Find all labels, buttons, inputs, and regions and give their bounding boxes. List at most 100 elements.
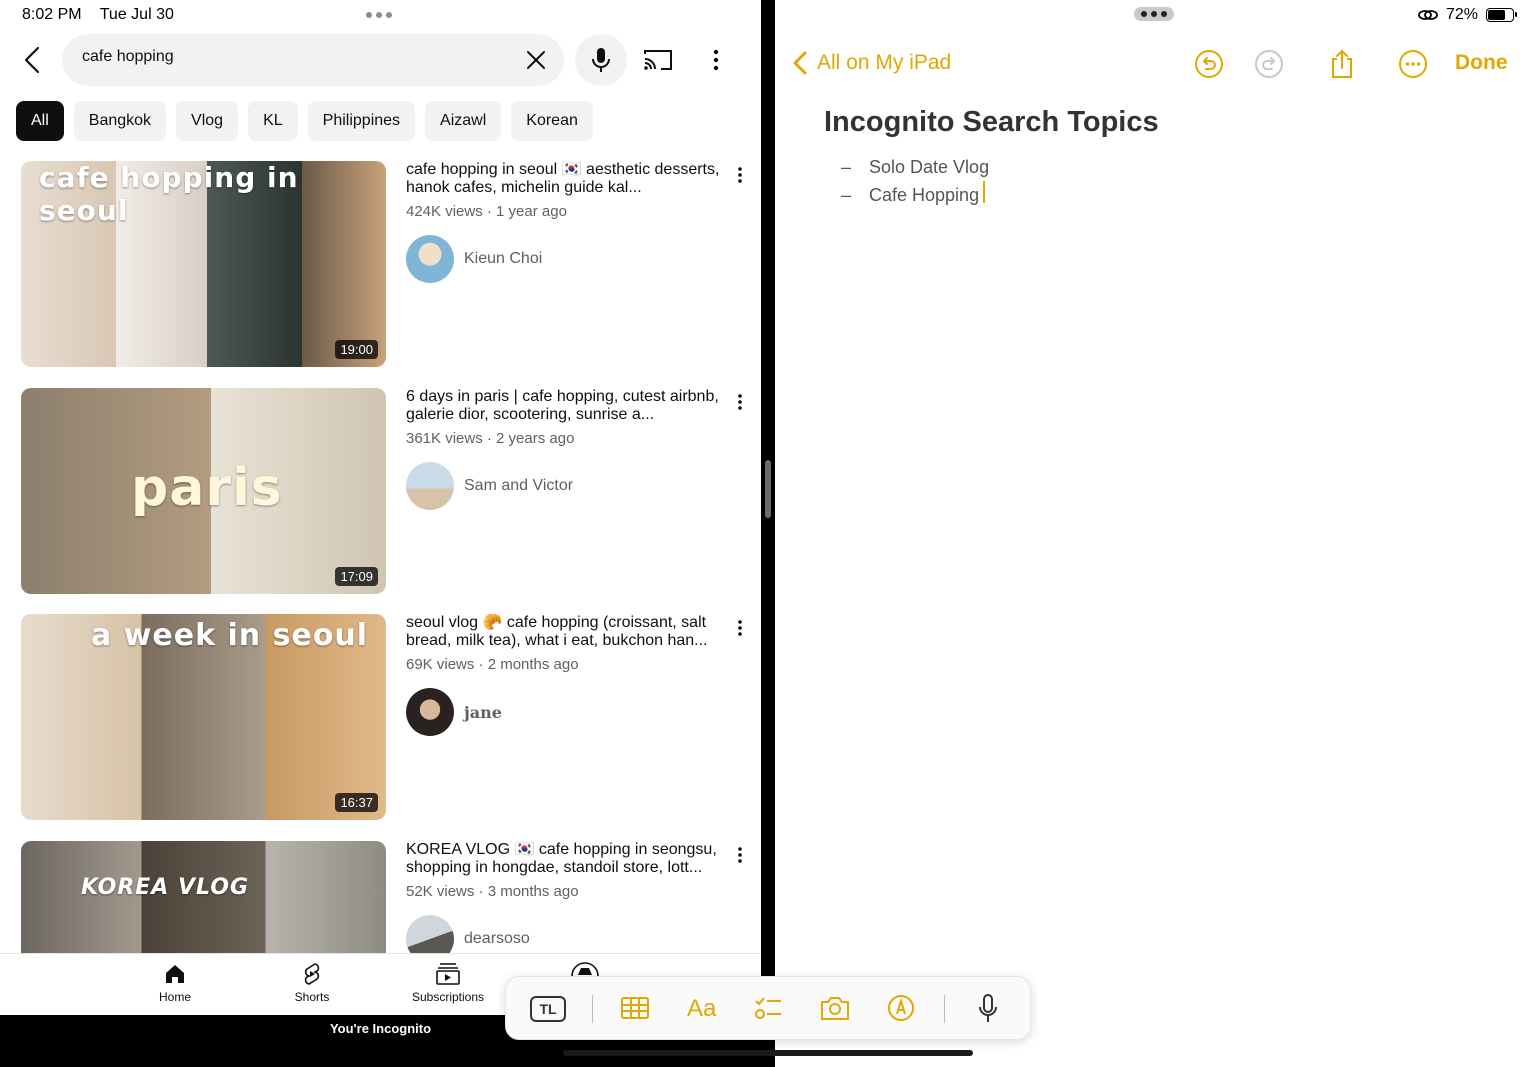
markup-pen-icon[interactable] (886, 993, 916, 1023)
text-style-button[interactable]: TL (530, 996, 566, 1022)
split-view-divider[interactable] (761, 0, 775, 1067)
table-icon[interactable] (620, 993, 650, 1023)
chip-all[interactable]: All (16, 101, 64, 141)
video-result[interactable]: a week in seoul 16:37 seoul vlog 🥐 cafe … (0, 614, 761, 820)
nav-subscriptions-label: Subscriptions (411, 990, 485, 1004)
chevron-left-icon (793, 51, 807, 75)
thumbnail-overlay-text: cafe hopping in seoul (39, 161, 299, 227)
channel-link[interactable]: jane (406, 688, 502, 736)
video-info: seoul vlog 🥐 cafe hopping (croissant, sa… (406, 614, 726, 673)
clear-search-icon[interactable] (524, 48, 548, 72)
video-thumbnail[interactable]: paris 17:09 (21, 388, 386, 594)
video-more-icon[interactable] (730, 845, 750, 865)
channel-avatar[interactable] (406, 235, 454, 283)
chip-philippines[interactable]: Philippines (307, 101, 416, 141)
home-indicator[interactable] (563, 1050, 973, 1056)
chip-aizawl[interactable]: Aizawl (425, 101, 502, 141)
nav-home[interactable]: Home (125, 962, 225, 1004)
channel-link[interactable]: dearsoso (406, 915, 530, 953)
video-thumbnail[interactable]: a week in seoul 16:37 (21, 614, 386, 820)
channel-avatar[interactable] (406, 915, 454, 953)
nav-shorts[interactable]: Shorts (262, 962, 362, 1004)
list-item-text: Cafe Hopping (869, 185, 980, 205)
home-icon (166, 965, 184, 983)
video-result[interactable]: paris 17:09 6 days in paris | cafe hoppi… (0, 388, 761, 594)
multitasking-dots[interactable] (1134, 7, 1174, 21)
video-title[interactable]: seoul vlog 🥐 cafe hopping (croissant, sa… (406, 614, 726, 650)
note-title[interactable]: Incognito Search Topics (824, 106, 1159, 139)
search-results: cafe hopping in seoul 19:00 cafe hopping… (0, 161, 761, 953)
channel-name[interactable]: jane (464, 703, 502, 722)
dictation-mic-icon[interactable] (976, 993, 1000, 1025)
video-meta: 69K views · 2 months ago (406, 656, 579, 673)
list-item-text: Solo Date Vlog (869, 157, 990, 177)
nav-subscriptions[interactable]: Subscriptions (398, 962, 498, 1004)
video-result[interactable]: cafe hopping in seoul 19:00 cafe hopping… (0, 161, 761, 367)
cast-icon[interactable] (643, 48, 673, 72)
video-info: KOREA VLOG 🇰🇷 cafe hopping in seongsu, s… (406, 841, 726, 900)
video-meta: 361K views · 2 years ago (406, 430, 575, 447)
video-more-icon[interactable] (730, 392, 750, 412)
video-meta: 424K views · 1 year ago (406, 203, 567, 220)
filter-chips: All Bangkok Vlog KL Philippines Aizawl K… (16, 101, 593, 141)
chip-vlog[interactable]: Vlog (176, 101, 239, 141)
video-duration: 17:09 (335, 567, 378, 586)
video-title[interactable]: KOREA VLOG 🇰🇷 cafe hopping in seongsu, s… (406, 841, 726, 877)
video-info: 6 days in paris | cafe hopping, cutest a… (406, 388, 726, 447)
channel-avatar[interactable] (406, 462, 454, 510)
video-thumbnail[interactable]: KOREA VLOG (21, 841, 386, 953)
voice-search-button[interactable] (575, 34, 627, 86)
text-cursor (983, 181, 986, 203)
status-bar-left: 8:02 PM Tue Jul 30 (22, 6, 188, 24)
video-info: cafe hopping in seoul 🇰🇷 aesthetic desse… (406, 161, 726, 220)
video-duration: 16:37 (335, 793, 378, 812)
undo-icon[interactable] (1193, 48, 1225, 80)
chip-bangkok[interactable]: Bangkok (73, 101, 167, 141)
search-bar[interactable] (62, 34, 564, 86)
channel-name[interactable]: dearsoso (464, 930, 530, 948)
status-time: 8:02 PM (22, 6, 82, 23)
redo-icon[interactable] (1253, 48, 1285, 80)
channel-link[interactable]: Sam and Victor (406, 462, 573, 510)
notes-toolbar: All on My iPad Done (775, 44, 1536, 84)
video-thumbnail[interactable]: cafe hopping in seoul 19:00 (21, 161, 386, 367)
format-text-button[interactable]: Aa (687, 995, 716, 1023)
channel-name[interactable]: Sam and Victor (464, 477, 573, 495)
more-ellipsis-icon[interactable] (1397, 48, 1429, 80)
thumbnail-overlay-text: paris (131, 458, 283, 518)
list-item[interactable]: – Solo Date Vlog (841, 153, 989, 181)
status-date: Tue Jul 30 (99, 6, 174, 23)
channel-name[interactable]: Kieun Choi (464, 250, 542, 268)
video-title[interactable]: cafe hopping in seoul 🇰🇷 aesthetic desse… (406, 161, 726, 197)
notes-pane: 72% All on My iPad Done Incognito Search… (775, 0, 1536, 1067)
thumbnail-overlay-text: a week in seoul (91, 618, 369, 653)
channel-avatar[interactable] (406, 688, 454, 736)
back-label: All on My iPad (817, 51, 952, 74)
checklist-icon[interactable] (753, 993, 783, 1023)
chip-kl[interactable]: KL (248, 101, 298, 141)
search-input[interactable] (82, 48, 502, 66)
link-icon (1418, 10, 1438, 20)
status-bar-right: 72% (1418, 6, 1517, 24)
split-view-handle[interactable] (765, 460, 771, 518)
list-item[interactable]: – Cafe Hopping (841, 181, 989, 209)
back-to-folder-button[interactable]: All on My iPad (791, 50, 951, 76)
video-meta: 52K views · 3 months ago (406, 883, 579, 900)
more-options-icon[interactable] (704, 48, 728, 72)
search-header (0, 34, 761, 86)
note-dash-list[interactable]: – Solo Date Vlog – Cafe Hopping (841, 153, 989, 209)
camera-icon[interactable] (819, 993, 851, 1023)
video-more-icon[interactable] (730, 165, 750, 185)
channel-link[interactable]: Kieun Choi (406, 235, 542, 283)
multitasking-dots[interactable] (366, 12, 392, 18)
notes-format-toolbar: TL Aa (505, 976, 1031, 1040)
chip-korean[interactable]: Korean (511, 101, 593, 141)
back-arrow-icon[interactable] (18, 44, 46, 76)
done-button[interactable]: Done (1455, 51, 1508, 75)
share-icon[interactable] (1326, 48, 1358, 80)
video-more-icon[interactable] (730, 618, 750, 638)
battery-icon (1486, 8, 1517, 22)
video-title[interactable]: 6 days in paris | cafe hopping, cutest a… (406, 388, 726, 424)
video-result[interactable]: KOREA VLOG KOREA VLOG 🇰🇷 cafe hopping in… (0, 841, 761, 953)
thumbnail-overlay-text: KOREA VLOG (81, 875, 250, 900)
